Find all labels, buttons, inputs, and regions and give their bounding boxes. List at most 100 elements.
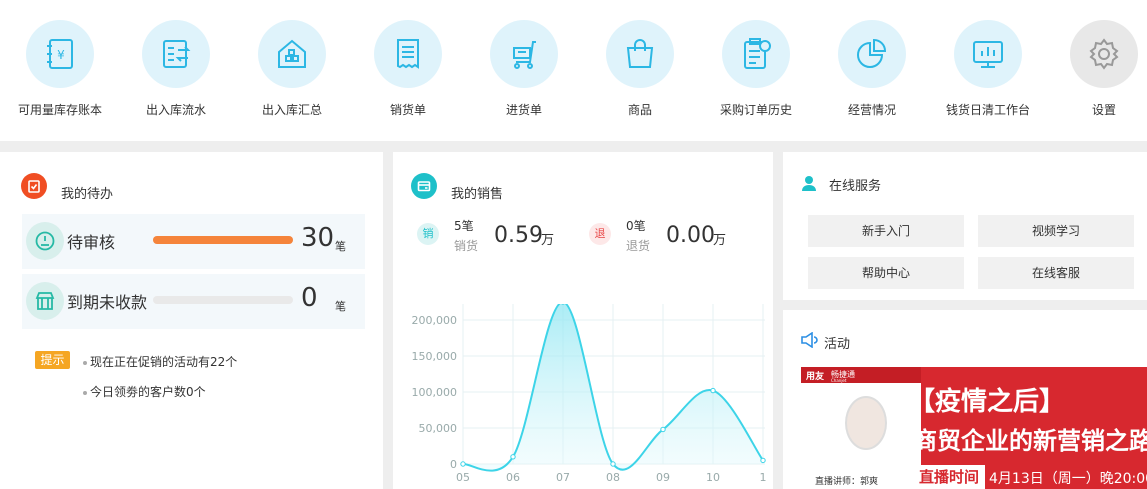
banner-live-label: 直播时间 (913, 465, 985, 489)
todo-row-value: 0 (301, 283, 318, 313)
todo-progress-fill (153, 236, 293, 244)
svg-text:¥: ¥ (57, 48, 65, 62)
sales-panel: 我的销售 销 5笔 销货 0.59 万 退 0笔 退货 0.00 万 0 50,0… (393, 152, 773, 489)
gauge-icon (26, 222, 64, 260)
gear-icon (1070, 20, 1138, 88)
chart-y-tick-label: 100,000 (412, 386, 458, 399)
chart-y-tick-label: 50,000 (419, 422, 458, 435)
todo-progress-bar (153, 236, 293, 244)
banner-speaker: 直播讲师：郭爽 (815, 477, 879, 487)
quick-nav-item-products[interactable]: 商品 (582, 20, 698, 118)
sale-badge: 销 (417, 223, 439, 245)
quick-nav-label: 商品 (627, 103, 652, 117)
chart-y-tick-label: 150,000 (412, 350, 458, 363)
chart-x-tick-label: 05 (456, 471, 470, 484)
quick-nav-item-stock-flow[interactable]: 出入库流水 (118, 20, 234, 118)
return-sub-label: 退货 (626, 239, 651, 253)
sale-sub-label: 销货 (454, 239, 479, 253)
quick-nav-label: 出入库流水 (145, 103, 206, 117)
return-badge: 退 (589, 223, 611, 245)
todo-row-label: 待审核 (67, 233, 116, 252)
wallet-icon (411, 173, 437, 199)
return-unit: 万 (713, 233, 727, 248)
quick-nav-item-settings[interactable]: 设置 (1046, 20, 1147, 118)
todo-row-overdue-receivable[interactable]: 到期未收款 0 笔 (22, 274, 365, 329)
ledger-icon: ¥ (26, 20, 94, 88)
shopping-bag-icon (606, 20, 674, 88)
banner-logo: 用友 (806, 372, 825, 382)
tip-text: 现在正在促销的活动有22个 (90, 355, 238, 369)
clipboard-icon (722, 20, 790, 88)
quick-nav-item-purchase-order[interactable]: 进货单 (466, 20, 582, 118)
quick-nav-item-daily-workbench[interactable]: 钱货日清工作台 (930, 20, 1046, 118)
sales-title: 我的销售 (451, 187, 504, 202)
banner-live-time: 4月13日（周一）晚20:00 (989, 471, 1147, 487)
todo-title: 我的待办 (61, 187, 114, 202)
chart-x-tick-label: 1 (760, 471, 767, 484)
quick-nav-label: 出入库汇总 (261, 103, 322, 117)
quick-nav-label: 设置 (1091, 103, 1116, 117)
receipt-icon (374, 20, 442, 88)
service-title: 在线服务 (829, 179, 882, 194)
warehouse-icon (258, 20, 326, 88)
online-support-button[interactable]: 在线客服 (978, 257, 1134, 289)
activity-banner[interactable]: 用友 畅捷通 Chanjet 直播讲师：郭爽 【疫情之后】 商贸企业的新营销之路… (801, 367, 1147, 489)
activity-title: 活动 (824, 337, 851, 352)
return-amount: 0.00 (666, 223, 715, 248)
chart-y-tick-label: 200,000 (412, 314, 458, 327)
beginner-guide-button[interactable]: 新手入门 (808, 215, 964, 247)
video-learning-button[interactable]: 视频学习 (978, 215, 1134, 247)
chart-point (510, 454, 516, 460)
chart-y-tick-label: 0 (450, 458, 457, 471)
quick-nav-label: 钱货日清工作台 (945, 103, 1030, 117)
quick-nav: ¥ 可用量库存账本 出入库流水 出入库汇总 销货单 进货单 商品 采购订单历史 … (0, 0, 1147, 141)
todo-row-pending-review[interactable]: 待审核 30 笔 (22, 214, 365, 269)
quick-nav-item-inventory-ledger[interactable]: ¥ 可用量库存账本 (2, 20, 118, 118)
sales-chart: 050,000100,000150,000200,000250,00005060… (412, 304, 767, 484)
pie-chart-icon (838, 20, 906, 88)
store-icon (26, 282, 64, 320)
quick-nav-label: 经营情况 (847, 103, 896, 117)
tip-badge: 提示 (35, 351, 70, 369)
help-center-button[interactable]: 帮助中心 (808, 257, 964, 289)
chart-point (660, 426, 666, 433)
quick-nav-label: 进货单 (505, 103, 542, 117)
todo-row-label: 到期未收款 (67, 293, 148, 312)
chart-x-tick-label: 09 (656, 471, 670, 484)
todo-progress-bar (153, 296, 293, 304)
todo-row-value: 30 (301, 223, 335, 253)
megaphone-icon (800, 331, 818, 352)
quick-nav-item-stock-summary[interactable]: 出入库汇总 (234, 20, 350, 118)
chart-x-tick-label: 06 (506, 471, 520, 484)
quick-nav-item-business-status[interactable]: 经营情况 (814, 20, 930, 118)
tip-item: 今日领劵的客户数0个 (83, 383, 206, 400)
tip-item: 现在正在促销的活动有22个 (83, 353, 237, 370)
chart-point (760, 457, 766, 464)
quick-nav-item-purchase-history[interactable]: 采购订单历史 (698, 20, 814, 118)
chart-x-tick-label: 10 (706, 471, 720, 484)
speaker-avatar (845, 396, 887, 450)
monitor-chart-icon (954, 20, 1022, 88)
sale-count: 5笔 (454, 219, 474, 233)
quick-nav-label: 销货单 (389, 103, 426, 117)
quick-nav-label: 可用量库存账本 (17, 103, 102, 117)
todo-row-unit: 笔 (335, 300, 346, 313)
banner-brand-sub: Chanjet (831, 378, 847, 383)
chart-point (710, 387, 716, 394)
tip-text: 今日领劵的客户数0个 (90, 385, 206, 399)
quick-nav-item-sales-order[interactable]: 销货单 (350, 20, 466, 118)
sale-unit: 万 (541, 233, 555, 248)
chart-x-tick-label: 07 (556, 471, 570, 484)
chart-point (610, 461, 616, 467)
sale-amount: 0.59 (494, 223, 543, 248)
quick-nav-label: 采购订单历史 (719, 103, 792, 117)
todo-row-unit: 笔 (335, 240, 346, 253)
chart-x-tick-label: 08 (606, 471, 620, 484)
banner-subline: 商贸企业的新营销之路 (913, 427, 1147, 455)
banner-headline: 【疫情之后】 (909, 387, 1066, 417)
chart-point (460, 461, 466, 467)
clipboard-check-icon (21, 173, 47, 199)
cart-icon (490, 20, 558, 88)
return-count: 0笔 (626, 219, 646, 233)
headset-icon (800, 174, 818, 196)
